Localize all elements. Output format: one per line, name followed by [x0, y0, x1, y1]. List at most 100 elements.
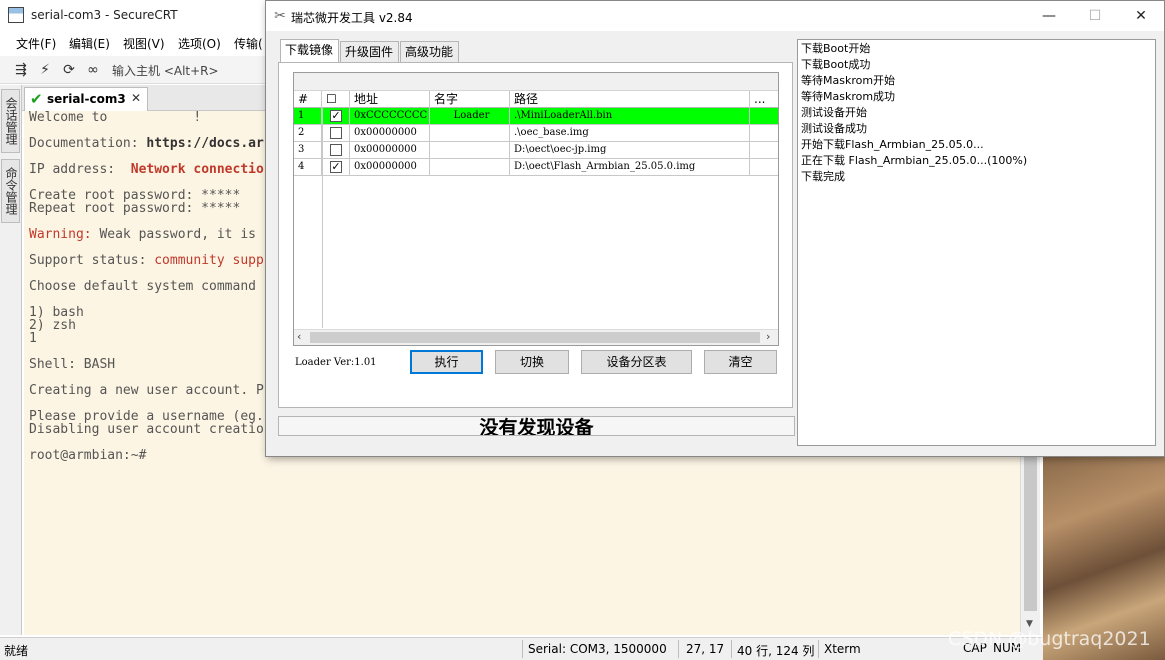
close-tab-icon[interactable]: ✕	[131, 91, 141, 105]
row-checkbox-cell: ✓	[322, 108, 350, 124]
row-address[interactable]: 0x00000000	[350, 125, 430, 141]
status-separator	[678, 640, 679, 658]
session-tab-serial-com3[interactable]: ✔ serial-com3 ✕	[24, 87, 148, 111]
row-path[interactable]: D:\oect\oec-jp.img	[510, 142, 750, 158]
row-address[interactable]: 0x00000000	[350, 142, 430, 158]
partition-table-button[interactable]: 设备分区表	[581, 350, 692, 374]
securecrt-title: serial-com3 - SecureCRT	[31, 8, 178, 22]
status-serial: Serial: COM3, 1500000	[528, 642, 667, 656]
close-window-button[interactable]: ✕	[1118, 5, 1164, 27]
row-more-cell[interactable]	[750, 142, 778, 158]
rk-title: 瑞芯微开发工具 v2.84	[291, 11, 413, 25]
status-cursor-pos: 27, 17	[686, 642, 725, 656]
run-button[interactable]: 执行	[410, 350, 483, 374]
session-tab-label: serial-com3	[47, 92, 126, 106]
row-checkbox[interactable]	[330, 144, 342, 156]
disconnect-link-icon[interactable]: ∞	[84, 61, 102, 79]
col-header-index: #	[294, 91, 322, 108]
status-term-type: Xterm	[824, 642, 861, 656]
image-grid: # ☐ 地址 名字 路径 ... 1 ✓ 0xCCCCCCCC Loader .…	[293, 72, 779, 346]
col-header-path: 路径	[510, 91, 750, 108]
row-more-cell[interactable]	[750, 108, 778, 124]
reconnect-icon[interactable]: ⟳	[60, 61, 78, 79]
rk-titlebar: ✂ 瑞芯微开发工具 v2.84 — ☐ ✕	[266, 1, 1164, 31]
hscroll-thumb[interactable]	[310, 332, 760, 343]
table-row[interactable]: 1 ✓ 0xCCCCCCCC Loader .\MiniLoaderAll.bi…	[294, 108, 778, 125]
row-checkbox[interactable]: ✓	[330, 161, 342, 173]
tools-icon: ✂	[274, 8, 286, 24]
term-line: Welcome to !	[29, 110, 202, 125]
download-image-panel: # ☐ 地址 名字 路径 ... 1 ✓ 0xCCCCCCCC Loader .…	[278, 62, 793, 408]
menu-view[interactable]: 视图(V)	[123, 35, 165, 52]
menu-file[interactable]: 文件(F)	[16, 35, 56, 52]
tab-upgrade-firmware[interactable]: 升级固件	[340, 41, 399, 63]
row-name[interactable]	[430, 159, 510, 175]
table-row[interactable]: 3 0x00000000 D:\oect\oec-jp.img	[294, 142, 778, 159]
row-index: 1	[294, 108, 322, 124]
grid-horizontal-scrollbar[interactable]: ‹ ›	[294, 329, 778, 345]
term-prompt: root@armbian:~#	[29, 448, 147, 463]
menu-edit[interactable]: 编辑(E)	[69, 35, 110, 52]
term-line: Warning: Weak password, it is	[29, 228, 256, 241]
grid-header: # ☐ 地址 名字 路径 ...	[294, 91, 778, 108]
log-output[interactable]: 下载Boot开始 下载Boot成功 等待Maskrom开始 等待Maskrom成…	[797, 39, 1156, 446]
row-path[interactable]: D:\oect\Flash_Armbian_25.05.0.img	[510, 159, 750, 175]
rockchip-tool-window: ✂ 瑞芯微开发工具 v2.84 — ☐ ✕ 下载镜像 升级固件 高级功能 # ☐…	[265, 0, 1165, 457]
row-path[interactable]: .\MiniLoaderAll.bin	[510, 108, 750, 124]
row-checkbox-cell: ✓	[322, 159, 350, 175]
term-line: 1	[29, 331, 37, 346]
row-path[interactable]: .\oec_base.img	[510, 125, 750, 141]
side-tab-command-manager[interactable]: 命令管理	[1, 159, 20, 223]
side-tab-session-manager[interactable]: 会话管理	[1, 89, 20, 153]
term-text: Support status:	[29, 253, 155, 268]
scroll-left-icon[interactable]: ‹	[297, 330, 301, 343]
term-line: Choose default system command	[29, 279, 256, 294]
clear-button[interactable]: 清空	[704, 350, 777, 374]
loader-version: Loader Ver:1.01	[295, 357, 377, 368]
scroll-right-icon[interactable]: ›	[766, 330, 770, 343]
col-header-check[interactable]: ☐	[322, 91, 350, 108]
log-line: 等待Maskrom开始	[801, 74, 896, 87]
term-text: Documentation:	[29, 136, 147, 151]
menu-options[interactable]: 选项(O)	[178, 35, 221, 52]
tab-download-image[interactable]: 下载镜像	[280, 39, 339, 63]
table-row[interactable]: 2 0x00000000 .\oec_base.img	[294, 125, 778, 142]
status-separator	[522, 640, 523, 658]
term-line: Disabling user account creatio	[29, 422, 264, 437]
term-line: Support status: community supp	[29, 254, 264, 267]
term-line: Shell: BASH	[29, 357, 116, 372]
menu-transfer[interactable]: 传输(	[234, 35, 263, 52]
term-text: Weak password, it is	[91, 227, 256, 242]
term-line: Documentation: https://docs.ar	[29, 137, 264, 150]
watermark: CSDN @bugtraq2021	[948, 628, 1151, 650]
term-warning-text: Network connectio	[130, 162, 264, 177]
row-name[interactable]: Loader	[430, 108, 510, 124]
col-header-more: ...	[754, 92, 766, 106]
table-row[interactable]: 4 ✓ 0x00000000 D:\oect\Flash_Armbian_25.…	[294, 159, 778, 176]
tab-advanced[interactable]: 高级功能	[400, 41, 459, 63]
maximize-button[interactable]: ☐	[1072, 5, 1118, 27]
row-more-cell[interactable]	[750, 159, 778, 175]
row-more-cell[interactable]	[750, 125, 778, 141]
switch-button[interactable]: 切换	[495, 350, 569, 374]
row-address[interactable]: 0xCCCCCCCC	[350, 108, 430, 124]
row-name[interactable]	[430, 125, 510, 141]
row-name[interactable]	[430, 142, 510, 158]
quick-connect-input[interactable]: 输入主机 <Alt+R>	[112, 62, 219, 79]
log-line: 正在下载 Flash_Armbian_25.05.0...(100%)	[801, 154, 1028, 167]
status-separator	[818, 640, 819, 658]
row-address[interactable]: 0x00000000	[350, 159, 430, 175]
row-checkbox[interactable]: ✓	[330, 110, 342, 122]
connect-icon[interactable]: ⇶	[12, 61, 30, 79]
connected-check-icon: ✔	[30, 90, 43, 108]
row-index: 2	[294, 125, 322, 141]
log-line: 下载Boot开始	[801, 42, 871, 55]
log-line: 下载Boot成功	[801, 58, 871, 71]
term-line: Repeat root password: *****	[29, 201, 241, 216]
quick-connect-lightning-icon[interactable]: ⚡	[36, 61, 54, 79]
row-checkbox[interactable]	[330, 127, 342, 139]
scrollbar-thumb[interactable]	[1024, 451, 1037, 611]
term-line: Creating a new user account. P	[29, 383, 264, 398]
minimize-button[interactable]: —	[1026, 5, 1072, 27]
term-status-text: community supp	[154, 253, 264, 268]
